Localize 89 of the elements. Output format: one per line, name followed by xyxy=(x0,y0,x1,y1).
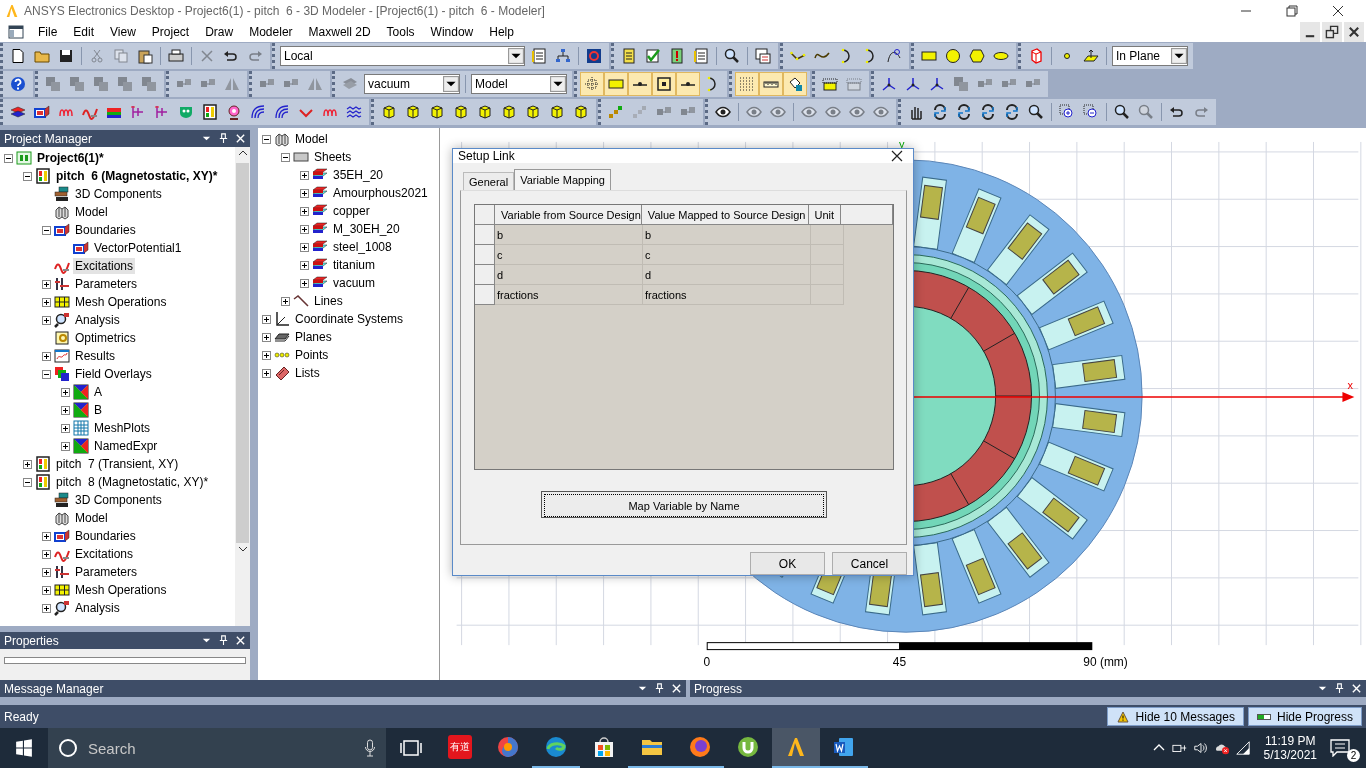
tree-item[interactable]: VectorPotential1 xyxy=(92,240,184,256)
tree-item[interactable]: Field Overlays xyxy=(73,366,154,382)
dialog-title: Setup Link xyxy=(458,149,515,163)
table-cell[interactable]: b xyxy=(495,225,643,245)
tree-item[interactable]: Project6(1)* xyxy=(35,150,106,166)
tree-item[interactable]: Mesh Operations xyxy=(73,582,169,598)
menu-item[interactable]: Help xyxy=(481,25,522,39)
status-button[interactable]: Hide Progress xyxy=(1247,707,1362,726)
dialog-button[interactable]: OK xyxy=(750,552,825,575)
tree-item[interactable]: Excitations xyxy=(73,258,136,274)
panel-title: Progress xyxy=(694,681,743,696)
scale-label: 45 xyxy=(892,655,907,670)
dropdown[interactable]: vacuum xyxy=(364,74,460,94)
tree-item[interactable]: Model xyxy=(73,204,110,220)
tree-item[interactable]: Amourphous2021 xyxy=(331,185,430,201)
status-text: Ready xyxy=(4,709,39,724)
tree-item[interactable]: Optimetrics xyxy=(73,330,138,346)
scale-label: 90 (mm) xyxy=(1083,655,1128,670)
table-cell[interactable]: fractions xyxy=(495,285,643,305)
tree-item[interactable]: Analysis xyxy=(73,312,122,328)
window-title: ANSYS Electronics Desktop - Project6(1) - pitch 6 - 3D Modeler - [Project6(1) - pitch 6 - Modeler] xyxy=(24,4,545,18)
tree-item[interactable]: pitch 6 (Magnetostatic, XY)* xyxy=(54,168,220,184)
dropdown[interactable]: In Plane xyxy=(1112,46,1188,66)
clock-time[interactable]: 11:19 PM xyxy=(1265,734,1316,748)
tree-item[interactable]: M_30EH_20 xyxy=(331,221,402,237)
tree-item[interactable]: 3D Components xyxy=(73,186,164,202)
column-header[interactable]: Value Mapped to Source Design xyxy=(641,205,809,225)
tree-item[interactable]: steel_1008 xyxy=(331,239,394,255)
menu-item[interactable]: Window xyxy=(422,25,482,39)
dropdown[interactable]: Local xyxy=(280,46,525,66)
tree-item[interactable]: MeshPlots xyxy=(92,420,153,436)
tree-item[interactable]: B xyxy=(92,402,104,418)
tree-item[interactable]: 35EH_20 xyxy=(331,167,386,183)
dropdown[interactable]: Model xyxy=(471,74,567,94)
tree-item[interactable]: pitch 7 (Transient, XY) xyxy=(54,456,181,472)
tree-item[interactable]: Sheets xyxy=(312,149,354,165)
tree-item[interactable]: Excitations xyxy=(73,546,136,562)
tree-item[interactable]: Parameters xyxy=(73,564,140,580)
tree-item[interactable]: Model xyxy=(293,131,330,147)
search-field[interactable]: Search xyxy=(48,728,386,768)
menu-item[interactable]: Tools xyxy=(378,25,423,39)
panel-title: Message Manager xyxy=(4,681,104,696)
dialog-button[interactable]: Cancel xyxy=(832,552,907,575)
menu-item[interactable]: File xyxy=(30,25,66,39)
menu-item[interactable]: View xyxy=(102,25,144,39)
clock-date[interactable]: 5/13/2021 xyxy=(1263,748,1317,762)
taskbar-app[interactable]: 有道 xyxy=(436,728,484,768)
panel-title: Project Manager xyxy=(4,131,93,146)
menu-item[interactable]: Modeler xyxy=(241,25,301,39)
menu-item[interactable]: Maxwell 2D xyxy=(300,25,379,39)
column-header[interactable]: Variable from Source Design xyxy=(495,205,642,225)
tree-item[interactable]: Lines xyxy=(312,293,345,309)
tab[interactable]: General xyxy=(463,172,515,190)
axis-label: x xyxy=(1347,379,1353,392)
status-button[interactable]: Hide 10 Messages xyxy=(1106,707,1244,726)
notification-count: 2 xyxy=(1347,749,1360,762)
tree-item[interactable]: Results xyxy=(73,348,117,364)
tree-item[interactable]: Coordinate Systems xyxy=(293,311,406,327)
table-cell[interactable]: b xyxy=(643,225,811,245)
tab[interactable]: Variable Mapping xyxy=(514,169,611,190)
tree-item[interactable]: copper xyxy=(331,203,372,219)
column-header[interactable]: Unit xyxy=(808,205,842,225)
tree-item[interactable]: Analysis xyxy=(73,600,122,616)
tree-item[interactable]: 3D Components xyxy=(73,492,164,508)
tree-item[interactable]: Boundaries xyxy=(73,528,138,544)
table-cell[interactable]: d xyxy=(643,265,811,285)
tree-item[interactable]: A xyxy=(92,384,104,400)
tree-item[interactable]: Mesh Operations xyxy=(73,294,169,310)
table-cell[interactable]: d xyxy=(495,265,643,285)
tree-item[interactable]: Boundaries xyxy=(73,222,138,238)
table-cell[interactable]: fractions xyxy=(643,285,811,305)
tree-item[interactable]: NamedExpr xyxy=(92,438,160,454)
tree-item[interactable]: Parameters xyxy=(73,276,140,292)
tree-item[interactable]: pitch 8 (Magnetostatic, XY)* xyxy=(54,474,211,490)
tree-item[interactable]: Lists xyxy=(293,365,322,381)
scale-label: 0 xyxy=(703,655,711,670)
table-cell[interactable]: c xyxy=(643,245,811,265)
panel-title: Properties xyxy=(4,633,59,648)
tree-item[interactable]: Planes xyxy=(293,329,334,345)
tree-item[interactable]: titanium xyxy=(331,257,378,273)
table-cell[interactable]: c xyxy=(495,245,643,265)
menu-item[interactable]: Edit xyxy=(65,25,103,39)
menu-item[interactable]: Draw xyxy=(197,25,242,39)
tree-item[interactable]: Model xyxy=(73,510,110,526)
tree-item[interactable]: Points xyxy=(293,347,331,363)
dictionary-app-icon: 有道 xyxy=(448,735,472,759)
map-variable-button[interactable]: Map Variable by Name xyxy=(541,491,827,518)
menu-item[interactable]: Project xyxy=(143,25,198,39)
tree-item[interactable]: vacuum xyxy=(331,275,378,291)
